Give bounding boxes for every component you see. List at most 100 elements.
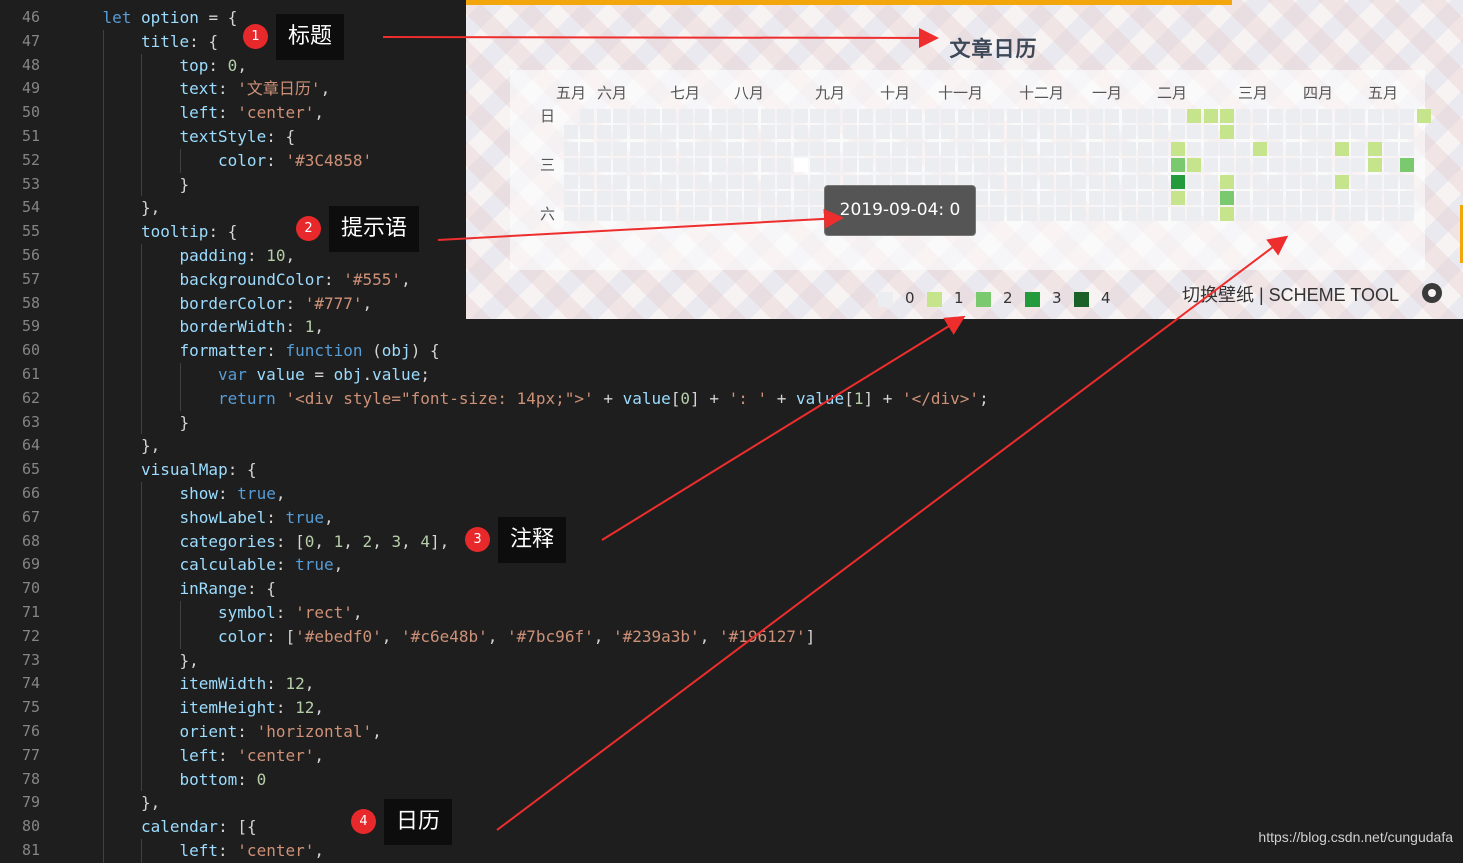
calendar-day-cell[interactable] <box>613 141 628 156</box>
calendar-day-cell[interactable] <box>1072 109 1087 123</box>
calendar-day-cell[interactable] <box>1334 109 1349 123</box>
calendar-day-cell[interactable] <box>760 207 775 222</box>
calendar-day-cell[interactable] <box>580 191 595 205</box>
calendar-day-cell[interactable] <box>1006 191 1021 205</box>
calendar-day-cell[interactable] <box>1056 174 1070 189</box>
calendar-day-cell[interactable] <box>1220 191 1234 205</box>
legend-swatch[interactable] <box>878 292 893 307</box>
calendar-day-cell[interactable] <box>826 141 841 156</box>
calendar-day-cell[interactable] <box>826 125 841 140</box>
calendar-day-cell[interactable] <box>777 207 792 222</box>
calendar-day-cell[interactable] <box>711 174 726 189</box>
calendar-day-cell[interactable] <box>974 125 988 140</box>
calendar-day-cell[interactable] <box>1154 207 1169 222</box>
calendar-day-cell[interactable] <box>990 141 1005 156</box>
calendar-day-cell[interactable] <box>1203 125 1218 140</box>
calendar-day-cell[interactable] <box>678 158 693 173</box>
calendar-day-cell[interactable] <box>842 109 857 123</box>
calendar-day-cell[interactable] <box>1384 125 1398 140</box>
calendar-day-cell[interactable] <box>629 109 644 123</box>
calendar-day-cell[interactable] <box>1105 191 1120 205</box>
calendar-day-cell[interactable] <box>613 109 628 123</box>
calendar-day-cell[interactable] <box>1006 109 1021 123</box>
calendar-day-cell[interactable] <box>1056 141 1070 156</box>
calendar-day-cell[interactable] <box>711 141 726 156</box>
calendar-day-cell[interactable] <box>1302 125 1316 140</box>
calendar-day-cell[interactable] <box>1170 174 1185 189</box>
calendar-day-cell[interactable] <box>810 109 824 123</box>
calendar-day-cell[interactable] <box>924 141 939 156</box>
calendar-day-cell[interactable] <box>1056 158 1070 173</box>
code-line[interactable]: borderWidth: 1, <box>180 315 325 339</box>
calendar-day-cell[interactable] <box>1400 191 1415 205</box>
calendar-day-cell[interactable] <box>760 174 775 189</box>
calendar-day-cell[interactable] <box>1170 109 1185 123</box>
calendar-day-cell[interactable] <box>646 125 660 140</box>
calendar-day-cell[interactable] <box>875 158 890 173</box>
calendar-day-cell[interactable] <box>1384 158 1398 173</box>
calendar-day-cell[interactable] <box>1170 191 1185 205</box>
calendar-day-cell[interactable] <box>728 207 742 222</box>
calendar-day-cell[interactable] <box>629 207 644 222</box>
calendar-day-cell[interactable] <box>908 109 923 123</box>
calendar-day-cell[interactable] <box>1334 141 1349 156</box>
calendar-day-cell[interactable] <box>908 158 923 173</box>
calendar-day-cell[interactable] <box>1170 158 1185 173</box>
legend-swatch[interactable] <box>1025 292 1040 307</box>
calendar-day-cell[interactable] <box>1318 158 1333 173</box>
code-line[interactable]: itemHeight: 12, <box>180 696 325 720</box>
calendar-day-cell[interactable] <box>596 125 611 140</box>
calendar-day-cell[interactable] <box>564 174 578 189</box>
calendar-day-cell[interactable] <box>596 141 611 156</box>
calendar-day-cell[interactable] <box>974 191 988 205</box>
calendar-day-cell[interactable] <box>580 109 595 123</box>
code-line[interactable]: formatter: function (obj) { <box>180 339 440 363</box>
calendar-day-cell[interactable] <box>613 125 628 140</box>
calendar-day-cell[interactable] <box>1154 141 1169 156</box>
calendar-day-cell[interactable] <box>760 109 775 123</box>
calendar-day-cell[interactable] <box>1023 191 1038 205</box>
code-line[interactable]: show: true, <box>180 482 286 506</box>
calendar-day-cell[interactable] <box>1334 158 1349 173</box>
calendar-day-cell[interactable] <box>892 109 906 123</box>
calendar-day-cell[interactable] <box>1121 207 1136 222</box>
calendar-day-cell[interactable] <box>957 125 972 140</box>
calendar-day-cell[interactable] <box>793 191 808 205</box>
calendar-day-cell[interactable] <box>678 207 693 222</box>
calendar-day-cell[interactable] <box>1236 207 1251 222</box>
calendar-day-cell[interactable] <box>777 158 792 173</box>
calendar-day-cell[interactable] <box>1302 191 1316 205</box>
calendar-day-cell[interactable] <box>1351 174 1366 189</box>
code-line[interactable]: textStyle: { <box>180 125 296 149</box>
calendar-day-cell[interactable] <box>580 207 595 222</box>
calendar-day-cell[interactable] <box>678 174 693 189</box>
code-line[interactable]: }, <box>141 791 160 815</box>
calendar-day-cell[interactable] <box>793 174 808 189</box>
calendar-day-cell[interactable] <box>744 191 759 205</box>
calendar-day-cell[interactable] <box>711 109 726 123</box>
calendar-day-cell[interactable] <box>924 109 939 123</box>
calendar-day-cell[interactable] <box>990 174 1005 189</box>
calendar-day-cell[interactable] <box>662 191 677 205</box>
calendar-day-cell[interactable] <box>695 141 710 156</box>
calendar-day-cell[interactable] <box>892 158 906 173</box>
calendar-day-cell[interactable] <box>859 158 874 173</box>
calendar-day-cell[interactable] <box>646 109 660 123</box>
calendar-day-cell[interactable] <box>1006 207 1021 222</box>
calendar-day-cell[interactable] <box>1220 141 1234 156</box>
code-line[interactable]: text: '文章日历', <box>180 77 331 101</box>
code-line[interactable]: calendar: [{ <box>141 815 257 839</box>
calendar-day-cell[interactable] <box>1187 158 1202 173</box>
calendar-day-cell[interactable] <box>1056 125 1070 140</box>
calendar-day-cell[interactable] <box>908 125 923 140</box>
calendar-day-cell[interactable] <box>1384 207 1398 222</box>
calendar-day-cell[interactable] <box>941 141 956 156</box>
calendar-day-cell[interactable] <box>1285 207 1300 222</box>
calendar-day-cell[interactable] <box>629 125 644 140</box>
code-line[interactable]: left: 'center', <box>180 101 325 125</box>
calendar-day-cell[interactable] <box>810 141 824 156</box>
calendar-day-cell[interactable] <box>924 158 939 173</box>
calendar-day-cell[interactable] <box>1220 207 1234 222</box>
calendar-day-cell[interactable] <box>941 109 956 123</box>
calendar-day-cell[interactable] <box>1105 158 1120 173</box>
